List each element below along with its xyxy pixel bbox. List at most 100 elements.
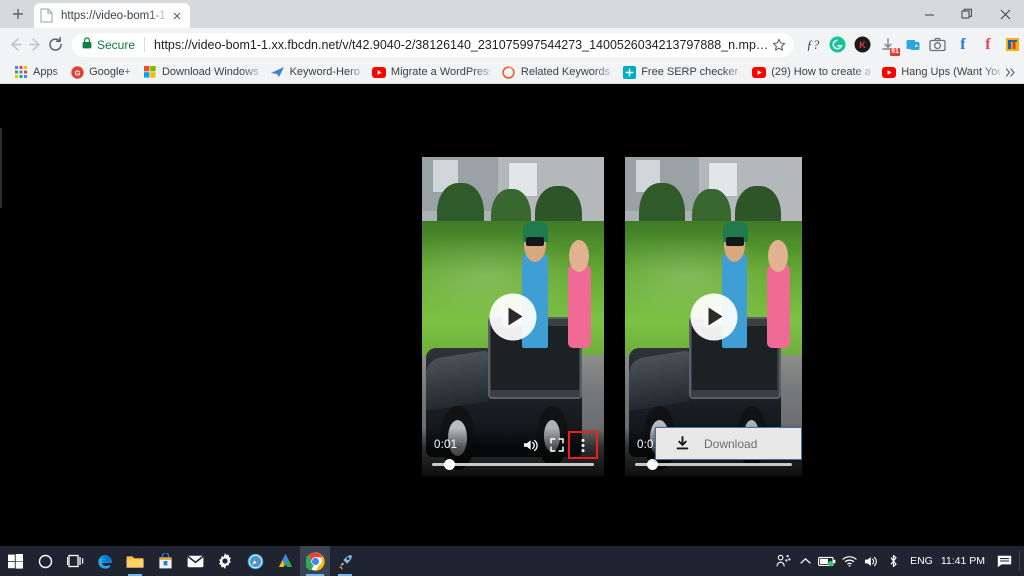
svg-text:K: K <box>860 40 867 50</box>
double-chevron-right-icon[interactable] <box>1002 64 1018 80</box>
facebook-extension[interactable]: f <box>950 32 975 57</box>
video-downloader-extension[interactable]: 91 <box>875 32 901 57</box>
edge-browser[interactable] <box>90 546 120 576</box>
people-share-icon[interactable] <box>772 546 794 576</box>
context-menu-item-download[interactable]: Download <box>704 437 757 451</box>
circle-orange-icon <box>502 65 516 79</box>
security-indicator[interactable]: Secure <box>82 37 135 52</box>
bookmark-label: Apps <box>33 66 59 78</box>
minimize-icon[interactable] <box>910 0 948 28</box>
bookmark-apps[interactable]: Apps <box>8 62 64 82</box>
bookmark-related-keywords[interactable]: Related Keywords <box>496 62 616 82</box>
page-left-edge-artifact <box>0 128 2 208</box>
settings-app[interactable] <box>210 546 240 576</box>
play-button-icon[interactable] <box>489 293 537 340</box>
notification-center-icon[interactable] <box>993 546 1015 576</box>
video-context-menu: Download <box>655 427 802 460</box>
video-overflow-menu-button[interactable] <box>568 431 598 459</box>
bookmark-label: Google+ <box>89 66 131 78</box>
battery-icon[interactable] <box>816 546 838 576</box>
extension-badge-count: 91 <box>889 48 901 56</box>
lock-icon <box>82 37 97 52</box>
chrome-browser[interactable] <box>300 546 330 576</box>
reload-icon[interactable] <box>47 31 64 59</box>
file-explorer[interactable] <box>120 546 150 576</box>
new-tab-button[interactable] <box>7 4 29 24</box>
bluetooth-icon[interactable] <box>882 546 904 576</box>
url-text: https://video-bom1-1.xx.fbcdn.net/v/t42.… <box>154 37 769 52</box>
bookmark-free-serp-checker[interactable]: Free SERP checker - <box>616 62 746 82</box>
mail-app[interactable] <box>180 546 210 576</box>
volume-icon[interactable] <box>860 546 882 576</box>
fullscreen-icon[interactable] <box>544 433 570 457</box>
volume-on-icon[interactable] <box>518 433 544 457</box>
task-view[interactable] <box>60 546 90 576</box>
bookmark-label: Keyword-Hero <box>289 66 360 78</box>
window-controls <box>910 0 1024 28</box>
wifi-icon[interactable] <box>838 546 860 576</box>
youtube-icon <box>371 65 386 79</box>
bookmark-hang-ups[interactable]: Hang Ups (Want You <box>876 62 1006 82</box>
progress-handle[interactable] <box>444 459 455 470</box>
apps-grid-icon <box>14 65 28 79</box>
youtube-icon <box>882 65 897 79</box>
security-label: Secure <box>97 37 136 52</box>
windows-logo-icon <box>143 65 157 79</box>
start-button[interactable] <box>0 546 30 576</box>
input-language-indicator[interactable]: ENG <box>910 555 933 567</box>
bookmark-how-to-create[interactable]: (29) How to create a <box>746 62 876 82</box>
bookmark-label: Migrate a WordPress <box>390 66 490 78</box>
video-progress-bar-left[interactable] <box>432 459 594 470</box>
page-icon <box>40 8 55 23</box>
youtube-icon <box>752 65 767 79</box>
video-progress-bar-right[interactable] <box>635 459 792 470</box>
camera-snapshot-extension[interactable] <box>925 32 950 57</box>
back-arrow-icon[interactable] <box>7 31 24 59</box>
bookmark-migrate-wordpress[interactable]: Migrate a WordPress <box>366 62 496 82</box>
grammarly-extension[interactable] <box>825 32 850 57</box>
video-controls-left: 0:01 <box>422 428 604 476</box>
bookmark-download-windows[interactable]: Download Windows <box>137 62 265 82</box>
system-tray: ENG 11:41 PM <box>772 546 1024 576</box>
bookmark-label: (29) How to create a <box>771 66 871 78</box>
facebook-pixel-extension[interactable]: f <box>975 32 1000 57</box>
screen-capture-extension[interactable] <box>900 32 925 57</box>
clock[interactable]: 11:41 PM <box>941 555 985 567</box>
browser-toolbar: Secure https://video-bom1-1.xx.fbcdn.net… <box>0 28 1024 61</box>
bookmark-star-icon[interactable] <box>768 34 790 56</box>
fonts-ninja-extension[interactable]: ƒ? <box>800 32 825 57</box>
serp-checker-icon <box>622 65 636 79</box>
bookmark-label: Related Keywords <box>520 66 611 78</box>
bookmark-google-plus[interactable]: G Google+ <box>64 62 137 82</box>
rocket-app[interactable] <box>330 546 360 576</box>
close-icon[interactable] <box>170 9 184 23</box>
windows-taskbar: ENG 11:41 PM <box>0 546 1024 576</box>
page-content: 0:01 0:01 Download <box>0 84 1024 546</box>
google-ads-app[interactable] <box>270 546 300 576</box>
progress-handle[interactable] <box>647 459 658 470</box>
microsoft-store[interactable] <box>150 546 180 576</box>
video-player-left[interactable]: 0:01 <box>422 157 604 476</box>
bookmark-keyword-hero[interactable]: Keyword-Hero <box>265 62 366 82</box>
tab-title: https://video-bom1-1.xx… <box>61 9 170 22</box>
bookmark-label: Download Windows <box>161 66 259 78</box>
browser-tab[interactable]: https://video-bom1-1.xx… <box>34 3 190 28</box>
safari-app[interactable] <box>240 546 270 576</box>
download-icon <box>670 436 694 451</box>
cortana-search[interactable] <box>30 546 60 576</box>
bookmark-label: Free SERP checker - <box>641 66 741 78</box>
address-bar[interactable]: Secure https://video-bom1-1.xx.fbcdn.net… <box>72 32 795 57</box>
play-button-icon[interactable] <box>690 293 737 340</box>
bookmarks-bar: Apps G Google+ Download Windows Keyword-… <box>0 61 1024 84</box>
tray-divider <box>1019 551 1020 571</box>
keywords-everywhere-extension[interactable]: K <box>850 32 875 57</box>
close-icon[interactable] <box>986 0 1024 28</box>
restore-icon[interactable] <box>948 0 986 28</box>
tab-strip: https://video-bom1-1.xx… <box>0 0 1024 28</box>
keyword-hero-icon <box>270 65 285 79</box>
omnibox-divider <box>144 37 146 52</box>
forward-arrow-icon[interactable] <box>27 31 44 59</box>
bookmark-label: Hang Ups (Want You <box>901 66 1001 78</box>
show-hidden-icons-icon[interactable] <box>794 546 816 576</box>
seo-toolbar-extension[interactable] <box>1000 32 1024 57</box>
